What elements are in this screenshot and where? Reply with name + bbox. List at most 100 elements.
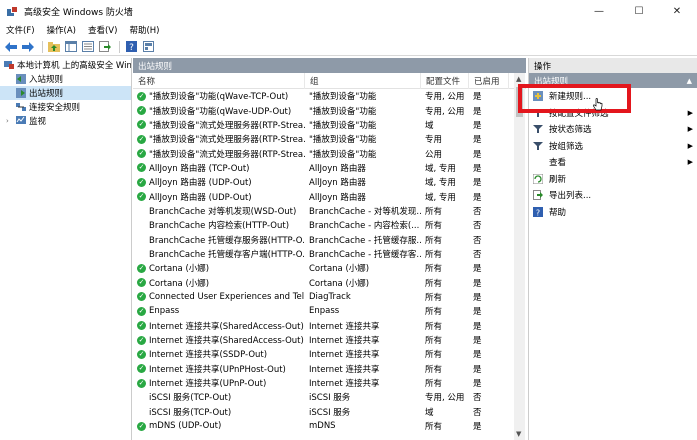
rule-name-cell: ✓ Cortana (小娜) — [133, 262, 305, 274]
properties-icon[interactable] — [81, 40, 95, 54]
rule-profile: 专用, 公用 — [425, 393, 465, 404]
table-row[interactable]: ✓ AllJoyn 路由器 (UDP-Out) AllJoyn 路由器 域, 专用 是 — [133, 189, 526, 203]
firewall-computer-icon — [4, 61, 14, 69]
tree-item-monitoring[interactable]: › 监视 — [0, 114, 131, 128]
rule-enabled: 是 — [473, 106, 482, 117]
tree-item-outbound-rules[interactable]: 出站规则 — [0, 86, 131, 100]
menu-action[interactable]: 操作(A) — [47, 24, 76, 36]
menu-help[interactable]: 帮助(H) — [129, 24, 159, 36]
table-row[interactable]: ✓ mDNS (UDP-Out) mDNS 所有 是 — [133, 419, 526, 433]
action-item[interactable]: 查看 ▶ — [529, 154, 697, 171]
rule-name: Cortana (小娜) — [149, 264, 210, 275]
actions-section-label: 出站规则 — [534, 76, 569, 87]
column-header-enabled[interactable]: 已启用 — [469, 72, 509, 89]
rule-enabled: 是 — [473, 422, 482, 433]
table-row[interactable]: ✓ Cortana (小娜) Cortana (小娜) 所有是 — [133, 261, 526, 275]
tree-inbound-label: 入站规则 — [29, 75, 64, 85]
back-arrow-icon[interactable] — [4, 40, 18, 54]
table-row[interactable]: ✓ AllJoyn 路由器 (UDP-Out) AllJoyn 路由器 域, 专用 是 — [133, 175, 526, 189]
action-item[interactable]: 导出列表... — [529, 187, 697, 204]
table-row[interactable]: BranchCache 内容检索(HTTP-Out) BranchCache - … — [133, 218, 526, 232]
rule-enabled: 是 — [473, 364, 482, 375]
table-row[interactable]: ✓ "播放到设备"功能(qWave-TCP-Out) "播放到设备"功能 专用, 公用… — [133, 89, 526, 103]
table-row[interactable]: ✓ Internet 连接共享(SharedAccess-Out) Internet… — [133, 333, 526, 347]
tree-item-inbound-rules[interactable]: 入站规则 — [0, 72, 131, 86]
table-row[interactable]: ✓ Connected User Experiences and Tel... Di… — [133, 290, 526, 304]
maximize-button[interactable]: ☐ — [619, 0, 659, 22]
table-row[interactable]: ✓ Enpass Enpass 所有是 — [133, 304, 526, 318]
rule-enabled: 否 — [473, 249, 482, 260]
action-item[interactable]: 按配置文件筛选 ▶ — [529, 105, 697, 122]
action-item[interactable]: 刷新 — [529, 171, 697, 188]
tree-root-label: 本地计算机 上的高级安全 Windows — [17, 61, 132, 71]
rule-name-cell: BranchCache 托管缓存服务器(HTTP-O... — [133, 234, 305, 246]
table-row[interactable]: ✓ "播放到设备"功能(qWave-UDP-Out) "播放到设备"功能 专用, 公用… — [133, 103, 526, 117]
table-row[interactable]: iSCSI 服务(TCP-Out) iSCSI 服务 域 否 — [133, 405, 526, 419]
rule-group: "播放到设备"功能 — [309, 135, 377, 146]
column-header-name[interactable]: 名称 — [133, 72, 305, 89]
rule-group: "播放到设备"功能 — [309, 120, 377, 131]
table-row[interactable]: ✓ Internet 连接共享(SSDP-Out) Internet 连接共享 所有 是 — [133, 347, 526, 361]
up-folder-icon[interactable] — [47, 40, 61, 54]
svg-text:?: ? — [536, 208, 540, 217]
scroll-down-icon[interactable]: ▼ — [516, 430, 521, 438]
enabled-check-icon: ✓ — [137, 278, 146, 288]
table-row[interactable]: ✓ Internet 连接共享(SharedAccess-Out) Internet… — [133, 319, 526, 333]
rule-name: "播放到设备"流式处理服务器(RTP-Strea... — [149, 135, 305, 146]
table-row[interactable]: ✓ Internet 连接共享(UPnPHost-Out) Internet 连接共… — [133, 362, 526, 376]
close-button[interactable]: ✕ — [657, 0, 697, 22]
rule-enabled: 否 — [473, 206, 482, 217]
column-header-group[interactable]: 组 — [305, 72, 421, 89]
show-hide-tree-icon[interactable] — [64, 40, 78, 54]
actions-section-header[interactable]: 出站规则 ▲ — [529, 73, 697, 88]
svg-text:?: ? — [129, 43, 134, 52]
table-row[interactable]: BranchCache 对等机发现(WSD-Out) BranchCache - … — [133, 204, 526, 218]
export-icon[interactable] — [98, 40, 112, 54]
table-row[interactable]: ✓ "播放到设备"流式处理服务器(RTP-Strea... "播放到设备"功能 域 是 — [133, 118, 526, 132]
rule-enabled: 是 — [473, 336, 482, 347]
rule-group: Cortana (小娜) — [309, 264, 370, 275]
menu-file[interactable]: 文件(F) — [6, 24, 35, 36]
scroll-up-icon[interactable]: ▲ — [516, 75, 521, 83]
rule-group: AllJoyn 路由器 — [309, 163, 366, 174]
scroll-thumb[interactable] — [516, 87, 523, 117]
action-item[interactable]: 新建规则... — [529, 88, 697, 105]
tree-connection-security-label: 连接安全规则 — [29, 103, 81, 113]
table-row[interactable]: iSCSI 服务(TCP-Out) iSCSI 服务 专用, 公用否 — [133, 390, 526, 404]
tree-item-root[interactable]: 本地计算机 上的高级安全 Windows — [0, 58, 131, 72]
table-row[interactable]: BranchCache 托管缓存客户端(HTTP-O... BranchCache… — [133, 247, 526, 261]
forward-arrow-icon[interactable] — [21, 40, 35, 54]
expand-chevron-icon[interactable]: › — [6, 117, 14, 125]
table-row[interactable]: ✓ "播放到设备"流式处理服务器(RTP-Strea... "播放到设备"功能 公用 是 — [133, 146, 526, 160]
tree-monitoring-label: 监视 — [29, 117, 47, 127]
collapse-up-icon[interactable]: ▲ — [687, 77, 692, 85]
action-item[interactable]: 按状态筛选 ▶ — [529, 121, 697, 138]
rule-profile: 专用 — [425, 135, 443, 146]
table-row[interactable]: ✓ AllJoyn 路由器 (TCP-Out) AllJoyn 路由器 域, 专用 是 — [133, 161, 526, 175]
rule-name-cell: ✓ AllJoyn 路由器 (UDP-Out) — [133, 176, 305, 188]
action-item[interactable]: 按组筛选 ▶ — [529, 138, 697, 155]
table-row[interactable]: ✓ Cortana (小娜) Cortana (小娜) 所有是 — [133, 275, 526, 289]
mmc-icon[interactable] — [141, 40, 155, 54]
action-label: 按组筛选 — [549, 141, 584, 152]
rules-list-pane: 出站规则 名称 组 配置文件 已启用 ✓ "播放到设备"功能(qWave-TCP-… — [133, 58, 526, 440]
table-row[interactable]: ✓ Internet 连接共享(UPnP-Out) Internet 连接共享 所有 是 — [133, 376, 526, 390]
table-row[interactable]: BranchCache 托管缓存服务器(HTTP-O... BranchCache… — [133, 232, 526, 246]
blank-icon — [533, 157, 543, 167]
column-header-profile[interactable]: 配置文件 — [421, 72, 469, 89]
rule-name-cell: ✓ "播放到设备"功能(qWave-TCP-Out) — [133, 90, 305, 102]
table-row[interactable]: ✓ "播放到设备"流式处理服务器(RTP-Strea... "播放到设备"功能 专用 是 — [133, 132, 526, 146]
enabled-check-icon: ✓ — [137, 321, 146, 331]
rule-name: BranchCache 对等机发现(WSD-Out) — [149, 206, 297, 217]
monitoring-icon — [16, 116, 26, 124]
action-label: 导出列表... — [549, 191, 592, 202]
actions-title: 操作 — [529, 58, 697, 73]
help-icon[interactable]: ? — [124, 40, 138, 54]
rule-group: AllJoyn 路由器 — [309, 178, 366, 189]
rule-name: Internet 连接共享(UPnP-Out) — [149, 379, 267, 390]
tree-item-connection-security[interactable]: 连接安全规则 — [0, 100, 131, 114]
menu-view[interactable]: 查看(V) — [88, 24, 117, 36]
minimize-button[interactable]: — — [579, 0, 619, 22]
vertical-scrollbar[interactable]: ▲ ▼ — [514, 73, 525, 440]
action-item[interactable]: ? 帮助 — [529, 204, 697, 221]
